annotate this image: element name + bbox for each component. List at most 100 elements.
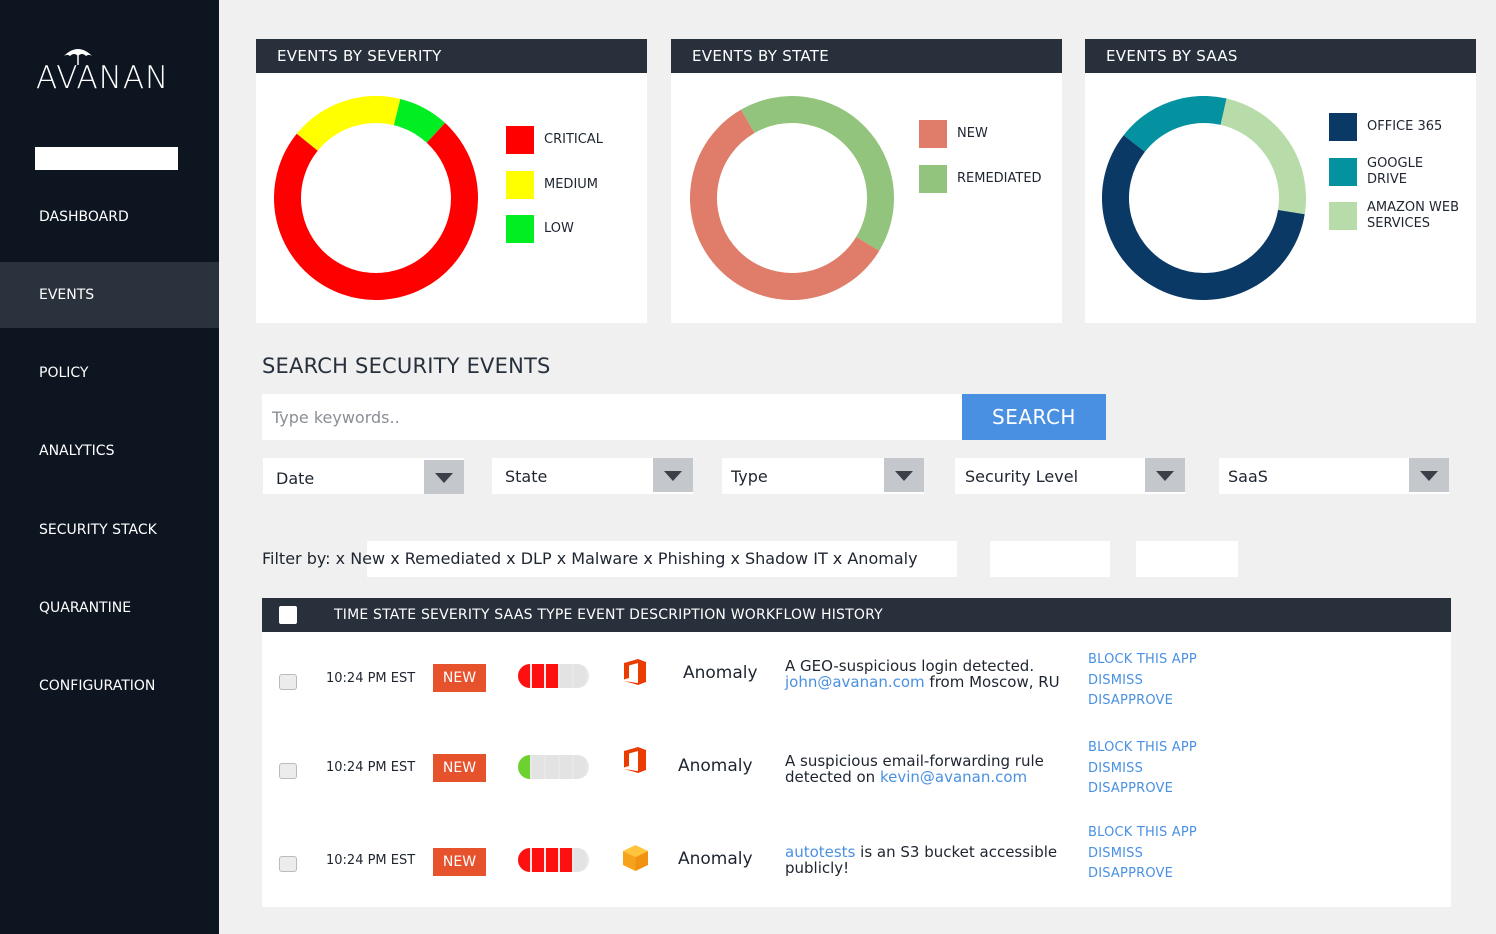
legend-label: OFFICE 365 [1367, 119, 1443, 134]
event-type: Anomaly [683, 663, 758, 683]
search-button[interactable]: SEARCH [962, 394, 1106, 440]
filter-by-text[interactable]: Filter by: x New x Remediated x DLP x Ma… [262, 549, 918, 568]
donut-slice-medium[interactable] [296, 96, 401, 152]
severity-segment [518, 664, 530, 688]
donut-slice-amazon-web-services[interactable] [1220, 98, 1306, 215]
chevron-down-icon [884, 458, 924, 492]
saas-panel: EVENTS BY SAAS OFFICE 365 GOOGLE DRIVE A… [1085, 39, 1476, 323]
severity-meter [518, 755, 589, 779]
search-input[interactable] [262, 394, 962, 440]
legend-label: CRITICAL [544, 132, 603, 147]
logo-text: AVANAN [36, 60, 170, 96]
search-section-title: SEARCH SECURITY EVENTS [262, 354, 551, 378]
block-app-link[interactable]: BLOCK THIS APP [1088, 823, 1197, 844]
event-type: Anomaly [678, 849, 753, 869]
select-all-checkbox[interactable] [279, 606, 297, 624]
legend-swatch [1329, 202, 1357, 230]
disapprove-link[interactable]: DISAPPROVE [1088, 779, 1197, 800]
saas-dropdown[interactable]: SaaS [1219, 458, 1449, 494]
user-link[interactable]: john@avanan.com [785, 673, 925, 691]
donut-slice-low[interactable] [393, 98, 446, 144]
row-checkbox[interactable] [279, 674, 297, 690]
nav-item-quarantine[interactable]: QUARANTINE [0, 575, 219, 641]
donut-slice-new[interactable] [690, 109, 880, 300]
severity-segment [518, 755, 530, 779]
severity-segment [560, 664, 572, 688]
donut-slice-critical[interactable] [274, 122, 478, 300]
legend-swatch [506, 126, 534, 154]
event-description: A suspicious email-forwarding rule detec… [785, 753, 1065, 785]
sidebar-search-input[interactable] [35, 147, 178, 170]
panel-title: EVENTS BY SEVERITY [256, 39, 647, 73]
legend-label: GOOGLE DRIVE [1367, 156, 1424, 187]
table-row: 10:24 PM EST NEW Anomaly A suspicious em… [262, 722, 1451, 812]
date-dropdown[interactable]: Date [263, 458, 464, 494]
legend-swatch [919, 165, 947, 193]
legend-medium: MEDIUM [506, 171, 644, 199]
state-badge: NEW [433, 664, 486, 692]
severity-segment [560, 755, 572, 779]
chevron-down-icon [424, 460, 464, 494]
table-header: TIME STATE SEVERITY SAAS TYPE EVENT DESC… [262, 598, 1451, 632]
donut-slice-google-drive[interactable] [1123, 96, 1227, 153]
dropdown-label: Security Level [965, 467, 1079, 486]
severity-segment [532, 848, 544, 872]
legend-label: REMEDIATED [957, 171, 1042, 186]
dismiss-link[interactable]: DISMISS [1088, 671, 1197, 692]
block-app-link[interactable]: BLOCK THIS APP [1088, 650, 1197, 671]
row-checkbox[interactable] [279, 856, 297, 872]
filter-box[interactable] [990, 541, 1110, 577]
event-type: Anomaly [678, 756, 753, 776]
legend-swatch [1329, 158, 1357, 186]
nav-item-policy[interactable]: POLICY [0, 340, 219, 406]
nav-item-dashboard[interactable]: DASHBOARD [0, 184, 219, 250]
event-time: 10:24 PM EST [326, 760, 416, 775]
state-dropdown[interactable]: State [492, 458, 693, 494]
dropdown-label: State [505, 467, 548, 486]
severity-segment [518, 848, 530, 872]
office365-icon [624, 747, 646, 773]
type-dropdown[interactable]: Type [722, 458, 924, 494]
legend-critical: CRITICAL [506, 126, 644, 154]
chevron-down-icon [1145, 458, 1185, 492]
severity-segment [546, 664, 558, 688]
legend-swatch [506, 171, 534, 199]
nav-item-configuration[interactable]: CONFIGURATION [0, 653, 219, 719]
donut-slice-office-365[interactable] [1102, 135, 1305, 300]
disapprove-link[interactable]: DISAPPROVE [1088, 691, 1197, 712]
workflow-actions: BLOCK THIS APP DISMISS DISAPPROVE [1088, 823, 1197, 885]
legend-swatch [506, 215, 534, 243]
user-link[interactable]: kevin@avanan.com [880, 768, 1027, 786]
donut-slice-remediated[interactable] [741, 96, 894, 251]
avanan-logo[interactable]: AVANAN [36, 44, 176, 100]
table-row: 10:24 PM EST NEW Anomaly A GEO-suspiciou… [262, 632, 1451, 722]
severity-segment [574, 664, 586, 688]
row-checkbox[interactable] [279, 763, 297, 779]
legend-label: AMAZON WEB SERVICES [1367, 200, 1459, 231]
event-time: 10:24 PM EST [326, 671, 416, 686]
severity-segment [560, 848, 572, 872]
dismiss-link[interactable]: DISMISS [1088, 759, 1197, 780]
event-description: A GEO-suspicious login detected. john@av… [785, 658, 1065, 690]
filter-box[interactable] [1136, 541, 1238, 577]
panel-title: EVENTS BY STATE [671, 39, 1062, 73]
legend-label: MEDIUM [544, 177, 599, 192]
nav-item-analytics[interactable]: ANALYTICS [0, 418, 219, 484]
nav-item-security-stack[interactable]: SECURITY STACK [0, 497, 219, 563]
severity-segment [546, 848, 558, 872]
legend-swatch [919, 120, 947, 148]
saas-donut-chart [1102, 96, 1306, 300]
dropdown-label: Date [276, 469, 315, 488]
panel-title: EVENTS BY SAAS [1085, 39, 1476, 73]
disapprove-link[interactable]: DISAPPROVE [1088, 864, 1197, 885]
office365-icon [624, 659, 646, 685]
dismiss-link[interactable]: DISMISS [1088, 844, 1197, 865]
severity-segment [532, 664, 544, 688]
aws-icon [623, 845, 648, 871]
security-level-dropdown[interactable]: Security Level [955, 458, 1185, 494]
sidebar: AVANAN DASHBOARD EVENTS POLICY ANALYTICS… [0, 0, 219, 934]
severity-meter [518, 848, 589, 872]
dropdown-label: Type [731, 467, 768, 486]
nav-item-events[interactable]: EVENTS [0, 262, 219, 328]
block-app-link[interactable]: BLOCK THIS APP [1088, 738, 1197, 759]
